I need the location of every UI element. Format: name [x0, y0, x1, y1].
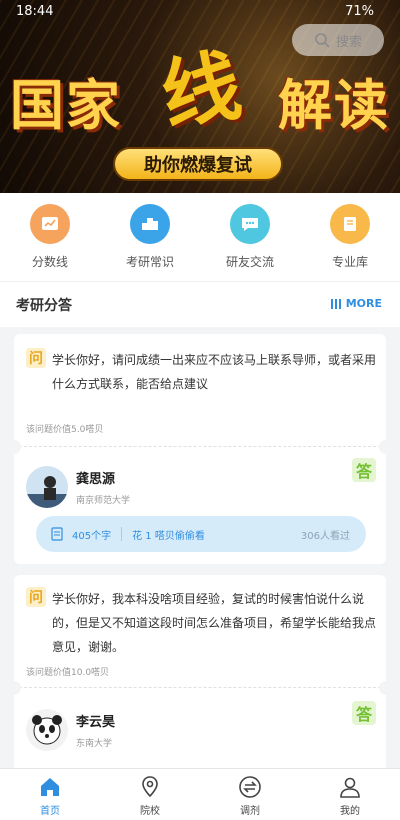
tab-profile[interactable]: 我的: [320, 769, 380, 820]
quicknav-label: 研友交流: [225, 255, 274, 269]
banner-title-right: 解读: [277, 72, 390, 137]
app-screen: 18:44 71% 搜索 国家 线 解读 助你燃爆复试 分数线 考研常识 研友交…: [0, 0, 400, 820]
section-header: 考研分答 MORE: [0, 281, 400, 327]
answerer-school: 南京师范大学: [76, 496, 131, 506]
banner-title-left: 国家: [10, 72, 122, 137]
answerer-name: 龚思源: [76, 472, 116, 487]
quicknav-item-knowledge[interactable]: 考研常识: [110, 204, 190, 281]
more-label: MORE: [345, 297, 382, 310]
question-text: 学长你好，我本科没啥项目经验，复试的时候害怕说什么说的，但是又不知道这段时间怎么…: [52, 592, 377, 654]
question-value: 该问题价值10.0嗒贝: [26, 668, 110, 678]
tab-label: 调剂: [240, 806, 260, 817]
search-label: 搜索: [335, 34, 362, 50]
search-button[interactable]: 搜索: [292, 24, 384, 56]
answer-badge: 答: [352, 701, 376, 725]
status-time: 18:44: [16, 4, 54, 19]
card-divider: [7, 681, 393, 695]
document-icon: [51, 527, 63, 541]
quicknav-label: 专业库: [331, 255, 368, 269]
podium-icon: [130, 204, 170, 244]
answerer-profile[interactable]: 李云昊 东南大学: [26, 709, 115, 751]
card-divider: [7, 440, 393, 454]
qa-card[interactable]: 问 学长你好，请问成绩一出来应不应该马上联系导师，或者采用什么方式联系，能否给点…: [7, 334, 393, 564]
banner-subtitle: 助你燃爆复试: [113, 147, 283, 181]
question-text: 学长你好，请问成绩一出来应不应该马上联系导师，或者采用什么方式联系，能否给点建议: [52, 353, 377, 391]
quicknav-label: 考研常识: [125, 255, 174, 269]
answerer-school: 东南大学: [76, 739, 113, 749]
promo-banner[interactable]: 18:44 71% 搜索 国家 线 解读 助你燃爆复试: [0, 0, 400, 193]
swap-icon: [239, 776, 261, 798]
section-title: 考研分答: [16, 298, 72, 314]
answer-peek-bar[interactable]: 405个字 花 1 嗒贝偷偷看 306人看过: [36, 516, 366, 552]
chart-line-icon: [30, 204, 70, 244]
tab-schools[interactable]: 院校: [120, 769, 180, 820]
bar-separator: [121, 527, 123, 541]
avatar: [26, 709, 68, 751]
quicknav-item-community[interactable]: 研友交流: [210, 204, 290, 281]
book-icon: [330, 204, 370, 244]
user-icon: [340, 777, 360, 798]
avatar: [26, 466, 68, 508]
tab-label: 首页: [40, 806, 60, 817]
question-row: 问 学长你好，我本科没啥项目经验，复试的时候害怕说什么说的，但是又不知道这段时间…: [26, 587, 382, 659]
question-badge: 问: [26, 348, 46, 368]
more-bars-icon: [330, 298, 341, 309]
chat-bubble-icon: [230, 204, 270, 244]
quick-nav: 分数线 考研常识 研友交流 专业库: [0, 193, 400, 281]
home-icon: [41, 778, 59, 796]
quicknav-item-score-line[interactable]: 分数线: [10, 204, 90, 281]
tab-home[interactable]: 首页: [20, 769, 80, 820]
more-link[interactable]: MORE: [330, 297, 382, 310]
question-row: 问 学长你好，请问成绩一出来应不应该马上联系导师，或者采用什么方式联系，能否给点…: [26, 348, 382, 396]
qa-card[interactable]: 问 学长你好，我本科没啥项目经验，复试的时候害怕说什么说的，但是又不知道这段时间…: [7, 575, 393, 775]
quicknav-item-majors[interactable]: 专业库: [310, 204, 390, 281]
bottom-tab-bar: 首页 院校 调剂 我的: [0, 768, 400, 820]
tab-label: 院校: [140, 806, 160, 817]
status-bar: 18:44 71%: [0, 0, 400, 24]
battery-level: 71%: [345, 4, 374, 19]
question-value: 该问题价值5.0嗒贝: [26, 425, 104, 435]
answerer-name: 李云昊: [76, 715, 116, 730]
quicknav-label: 分数线: [31, 255, 68, 269]
tab-label: 我的: [340, 806, 360, 817]
answer-badge: 答: [352, 458, 376, 482]
answerer-profile[interactable]: 龚思源 南京师范大学: [26, 466, 130, 508]
banner-headline: 国家 线 解读: [10, 40, 390, 143]
peek-price[interactable]: 花 1 嗒贝偷偷看: [132, 527, 301, 542]
banner-title-mid: 线: [154, 39, 248, 143]
search-icon: [315, 33, 330, 48]
answer-word-count: 405个字: [72, 530, 112, 542]
question-badge: 问: [26, 587, 46, 607]
tab-transfer[interactable]: 调剂: [220, 769, 280, 820]
location-pin-icon: [142, 776, 158, 798]
view-count: 306人看过: [300, 530, 350, 542]
